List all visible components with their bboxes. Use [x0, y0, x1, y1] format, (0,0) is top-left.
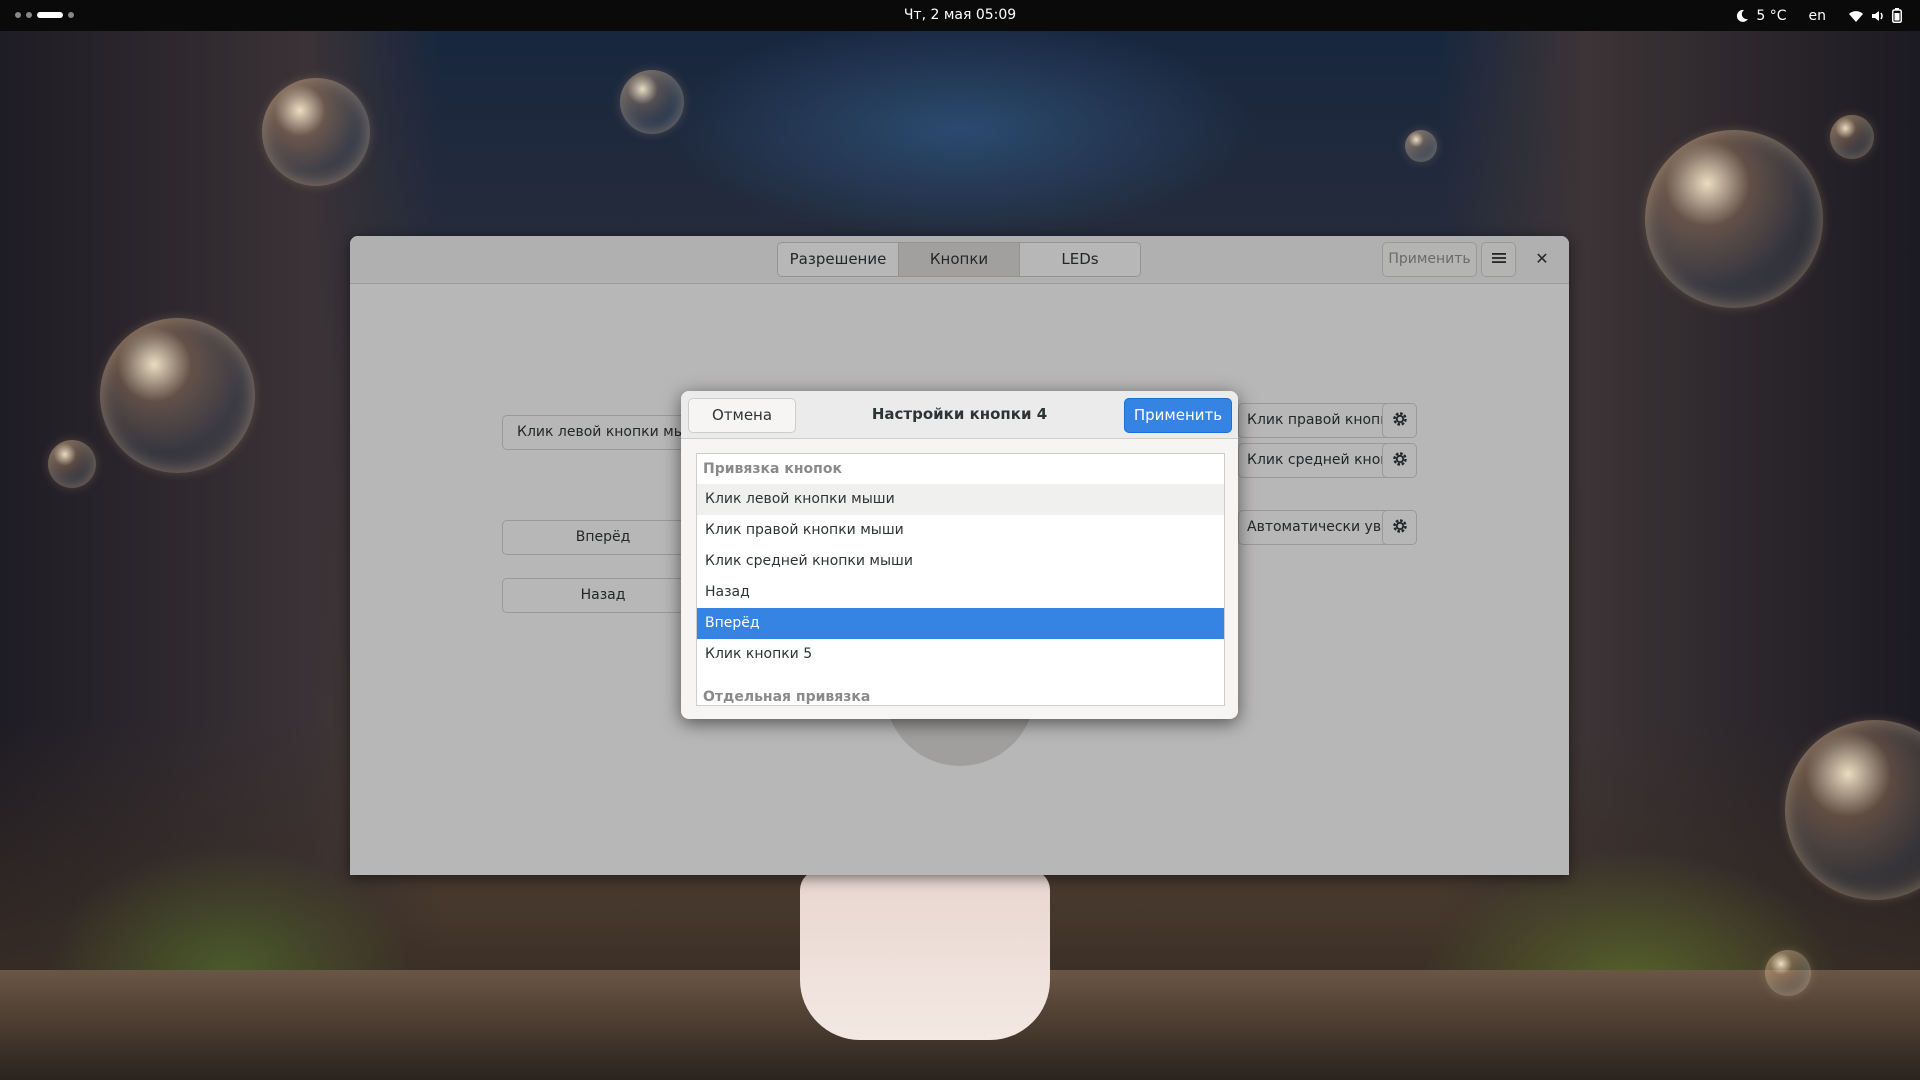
weather-temperature: 5 °C	[1756, 7, 1787, 24]
wallpaper-bubble	[262, 78, 370, 186]
volume-icon	[1871, 9, 1885, 23]
dialog-apply-button[interactable]: Применить	[1124, 398, 1232, 433]
night-moon-icon	[1735, 9, 1749, 23]
list-item[interactable]: Клик кнопки 5	[697, 639, 1224, 670]
top-bar: Чт, 2 мая 05:09 5 °C en	[0, 0, 1920, 31]
list-item[interactable]: Клик средней кнопки мыши	[697, 546, 1224, 577]
system-status[interactable]	[1848, 8, 1902, 23]
system-tray: 5 °C en	[1735, 0, 1902, 31]
keyboard-layout[interactable]: en	[1809, 8, 1827, 24]
list-item[interactable]: Клик левой кнопки мыши	[697, 484, 1224, 515]
wallpaper-bubble	[1645, 130, 1823, 308]
button-settings-dialog: Отмена Настройки кнопки 4 Применить Прив…	[681, 391, 1238, 719]
wallpaper-bubble	[1830, 115, 1874, 159]
list-item[interactable]: Назад	[697, 577, 1224, 608]
list-item[interactable]: Клик правой кнопки мыши	[697, 515, 1224, 546]
wallpaper-bubble	[100, 318, 255, 473]
battery-icon	[1892, 8, 1902, 23]
wallpaper-bubble	[48, 440, 96, 488]
clock[interactable]: Чт, 2 мая 05:09	[0, 7, 1920, 23]
weather-indicator[interactable]: 5 °C	[1735, 7, 1787, 24]
binding-list[interactable]: Привязка кнопок Клик левой кнопки мыши К…	[696, 453, 1225, 706]
wallpaper-bubble	[1765, 950, 1811, 996]
section-header-binding: Привязка кнопок	[703, 461, 842, 477]
list-item-selected[interactable]: Вперёд	[697, 608, 1224, 639]
wallpaper-bubble	[1405, 130, 1437, 162]
section-header-separate: Отдельная привязка	[703, 689, 871, 705]
dialog-headerbar: Отмена Настройки кнопки 4 Применить	[681, 391, 1238, 439]
wifi-icon	[1848, 9, 1864, 23]
wallpaper-bubble	[620, 70, 684, 134]
wallpaper-character	[800, 870, 1050, 1040]
